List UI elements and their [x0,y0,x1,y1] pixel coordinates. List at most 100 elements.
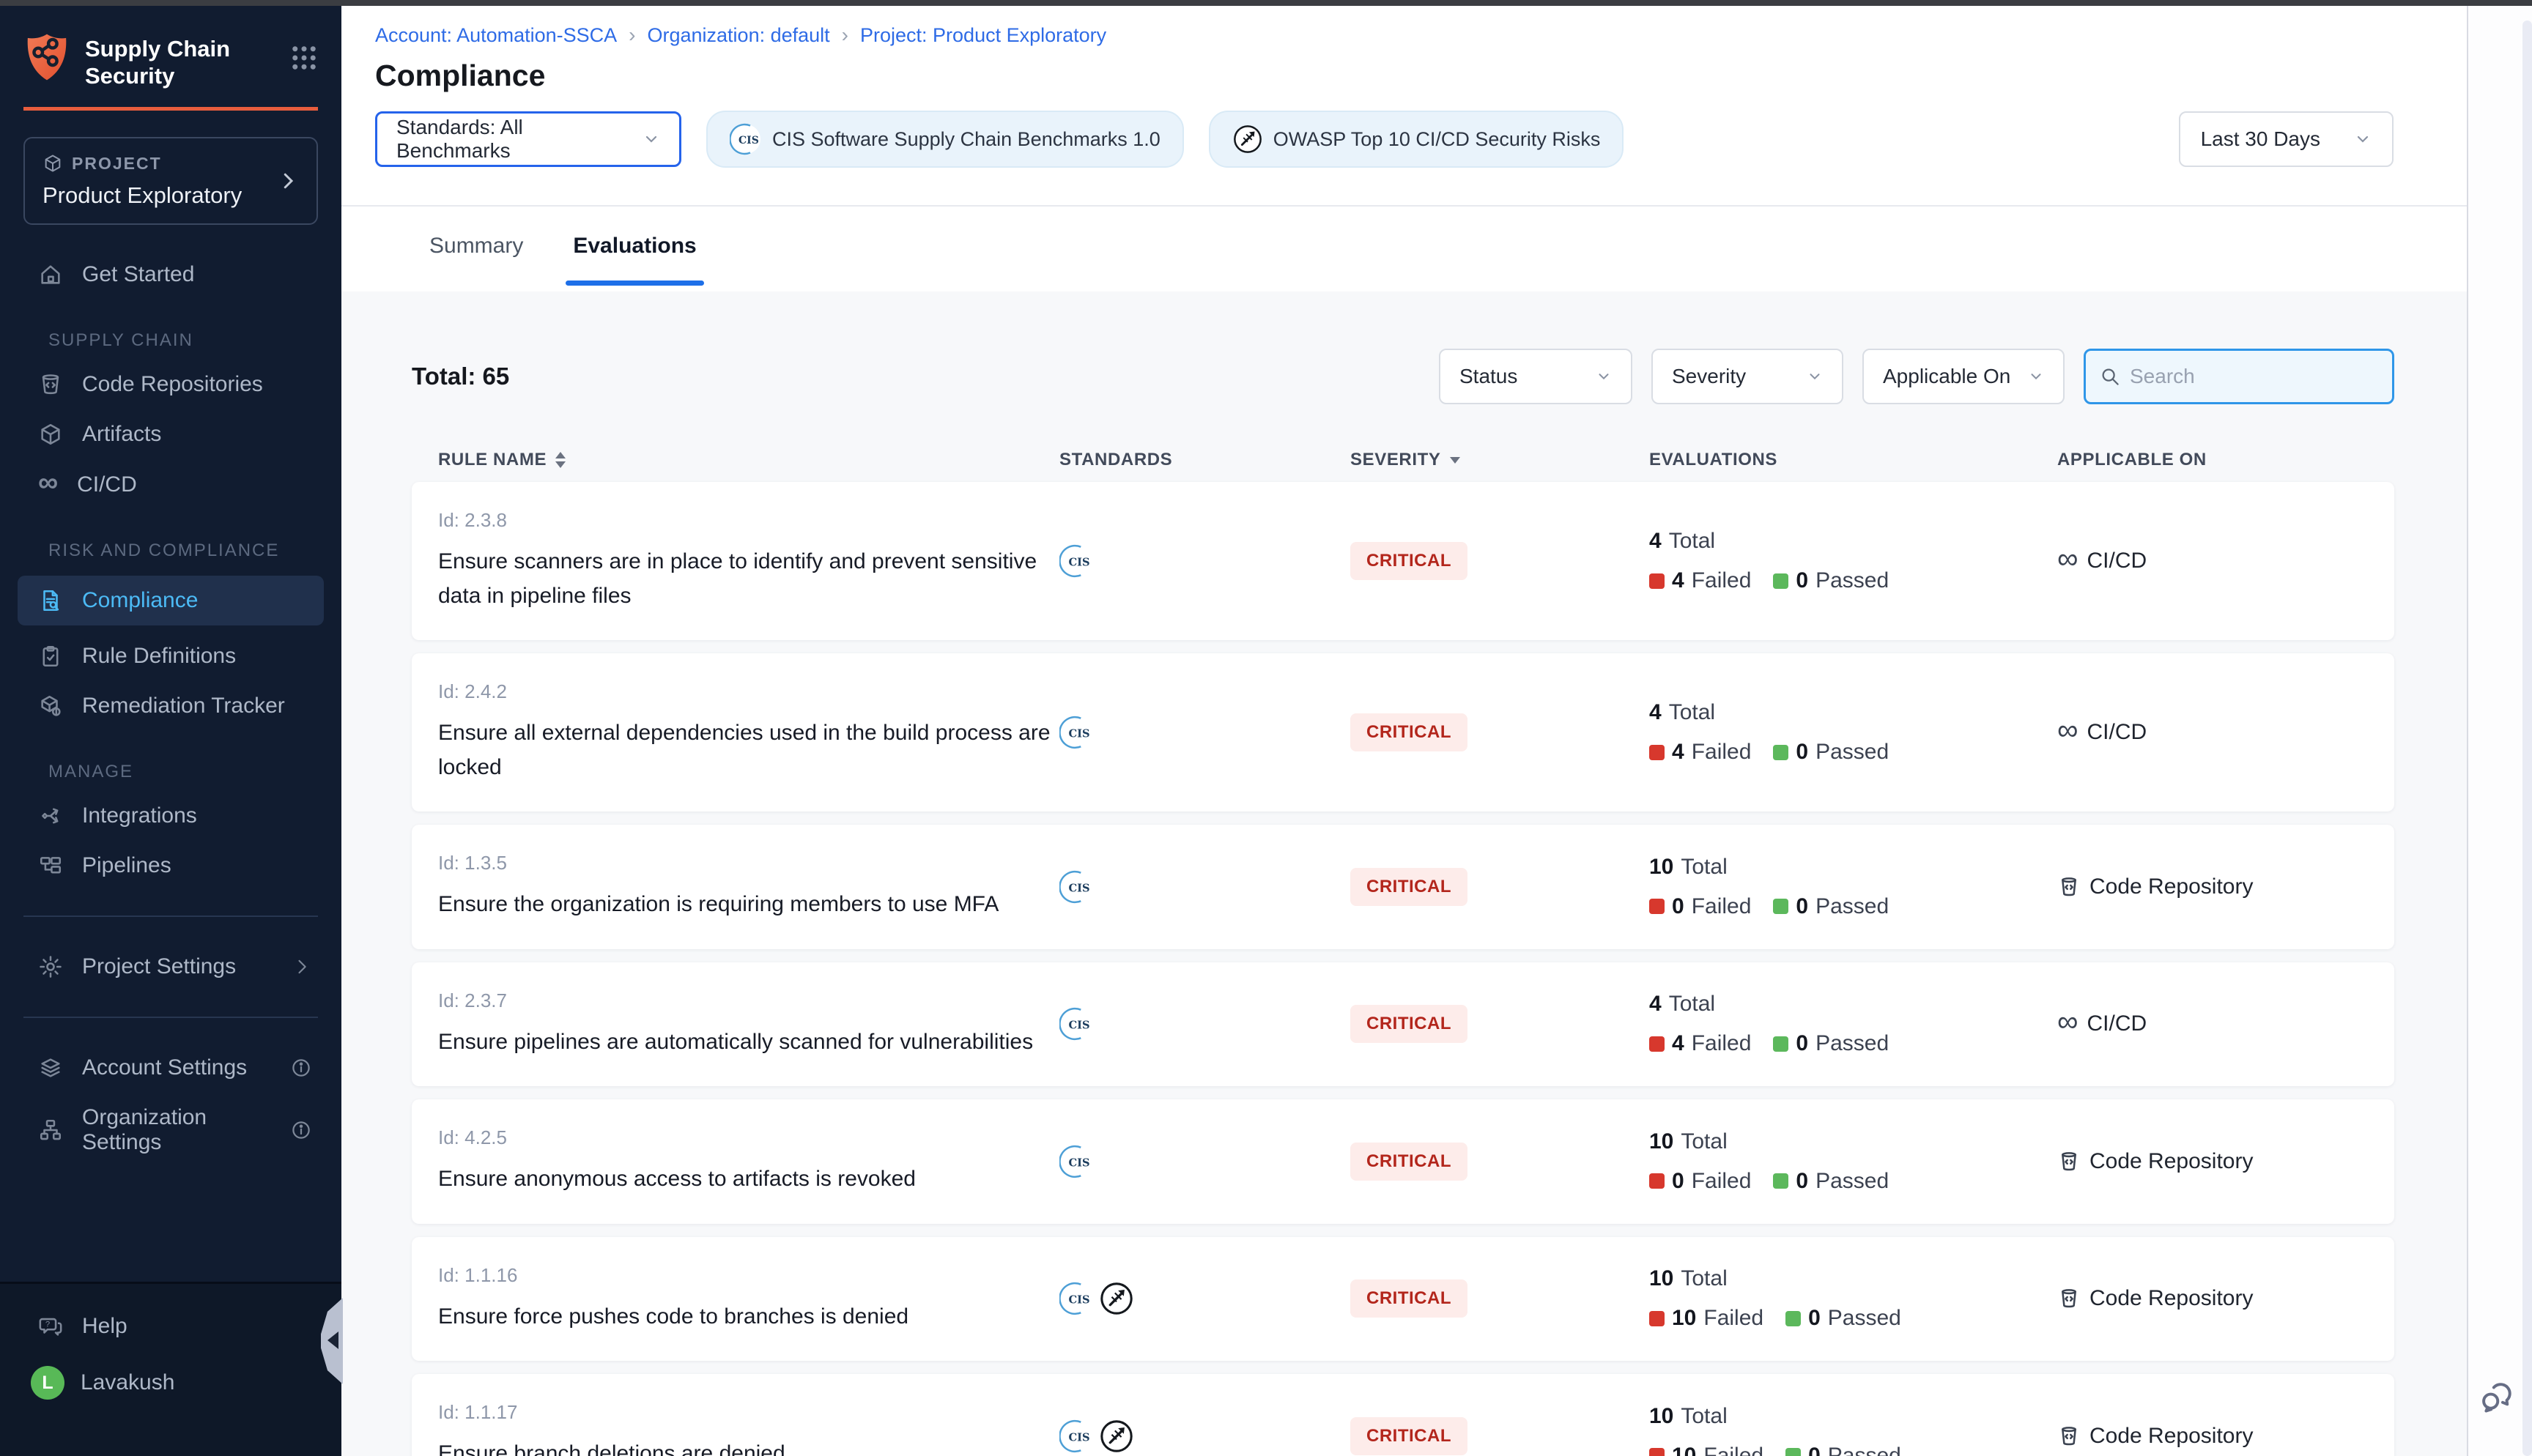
sidebar-item-help[interactable]: ? Help [0,1301,341,1351]
svg-text:CIS: CIS [1069,727,1090,740]
eval-failed: 0Failed [1649,894,1751,919]
rule-id: Id: 4.2.5 [438,1126,1059,1149]
box-wrench-icon [38,694,63,718]
eval-failed: 4Failed [1649,740,1751,765]
search-input[interactable] [2130,365,2394,388]
sidebar: Supply Chain Security PROJECT Product Ex… [0,6,341,1456]
svg-text:CIS: CIS [1069,1019,1090,1032]
rule-row[interactable]: Id: 1.3.5Ensure the organization is requ… [412,825,2394,949]
user-menu[interactable]: L Lavakush [0,1351,341,1400]
rule-row[interactable]: Id: 2.4.2Ensure all external dependencie… [412,653,2394,811]
window-top-strip [0,0,2532,6]
doc-search-icon [38,588,63,613]
cicd-infinity-icon: ∞ [2057,719,2078,746]
severity-select[interactable]: Severity [1651,349,1843,404]
nav-divider [23,915,318,917]
chat-support-icon[interactable] [2479,1380,2515,1416]
eval-total: 4Total [1649,529,2057,554]
breadcrumb-link[interactable]: Organization: default [648,24,830,47]
applicable-on-label: Code Repository [2089,1424,2253,1449]
sidebar-item-compliance[interactable]: Compliance [18,576,324,625]
repo-icon [38,372,63,397]
sidebar-item-organization-settings[interactable]: Organization Settings [0,1093,341,1167]
rule-row[interactable]: Id: 1.1.16Ensure force pushes code to br… [412,1237,2394,1362]
sidebar-item-artifacts[interactable]: Artifacts [0,409,341,459]
eval-passed: 0Passed [1773,1031,1889,1056]
date-range-select[interactable]: Last 30 Days [2179,111,2394,167]
toolbar: Total: 65 Status Severity Applicable On [412,349,2394,404]
severity-badge: CRITICAL [1350,868,1467,906]
rule-row[interactable]: Id: 2.3.8Ensure scanners are in place to… [412,482,2394,640]
cis-badge-icon: CIS [1059,544,1093,578]
sidebar-item-ci-cd[interactable]: ∞CI/CD [0,459,341,510]
project-label-row: PROJECT [42,153,242,174]
standards-select[interactable]: Standards: All Benchmarks [375,111,681,167]
project-selector[interactable]: PROJECT Product Exploratory [23,137,318,225]
rule-name-cell: Id: 2.3.8Ensure scanners are in place to… [438,509,1059,613]
breadcrumb-link[interactable]: Project: Product Exploratory [860,24,1106,47]
cis-badge-icon: CIS [1059,1419,1093,1453]
nav-section-label: MANAGE [0,731,341,791]
collapse-arrow-icon [327,1331,338,1349]
svg-text:CIS: CIS [1069,1156,1090,1169]
shield-logo-icon [23,32,70,82]
sidebar-item-pipelines[interactable]: Pipelines [0,841,341,891]
tab-summary[interactable]: Summary [422,207,530,286]
scrollbar[interactable] [2522,21,2532,1456]
eval-passed: 0Passed [1773,894,1889,919]
apps-grid-icon[interactable] [289,42,319,73]
gear-icon [38,954,63,979]
rule-name-cell: Id: 1.3.5Ensure the organization is requ… [438,852,1059,922]
sidebar-item-project-settings[interactable]: Project Settings [0,942,341,992]
page-header: Account: Automation-SSCA›Organization: d… [341,6,2467,207]
rule-name: Ensure branch deletions are denied [438,1437,1054,1456]
chevron-down-icon [643,130,660,148]
sidebar-item-rule-definitions[interactable]: Rule Definitions [0,631,341,681]
cicd-infinity-icon: ∞ [2057,1011,2078,1037]
rule-name: Ensure scanners are in place to identify… [438,545,1054,613]
passed-square-icon [1773,1036,1788,1052]
eval-passed: 0Passed [1785,1444,1901,1456]
breadcrumb-link[interactable]: Account: Automation-SSCA [375,24,617,47]
sidebar-item-label: Code Repositories [82,372,263,397]
standards-cell: CIS [1059,1007,1350,1041]
chip-cis-benchmark[interactable]: CIS CIS Software Supply Chain Benchmarks… [706,111,1184,168]
project-name: Product Exploratory [42,182,242,209]
sidebar-item-code-repositories[interactable]: Code Repositories [0,360,341,409]
sidebar-item-get-started[interactable]: Get Started [0,250,341,300]
applicable-on-select[interactable]: Applicable On [1862,349,2065,404]
severity-badge: CRITICAL [1350,713,1467,751]
chip-owasp[interactable]: OWASP Top 10 CI/CD Security Risks [1209,111,1624,168]
status-select[interactable]: Status [1439,349,1632,404]
rule-row[interactable]: Id: 1.1.17Ensure branch deletions are de… [412,1374,2394,1456]
cis-badge-icon: CIS [1059,1282,1093,1315]
user-name: Lavakush [81,1370,174,1395]
eval-passed: 0Passed [1785,1306,1901,1331]
sidebar-item-account-settings[interactable]: Account Settings [0,1043,341,1093]
rule-id: Id: 1.1.16 [438,1264,1059,1287]
column-header-severity[interactable]: SEVERITY [1350,450,1649,470]
severity-cell: CRITICAL [1350,713,1649,751]
passed-square-icon [1785,1448,1801,1456]
sidebar-item-remediation-tracker[interactable]: Remediation Tracker [0,681,341,731]
severity-cell: CRITICAL [1350,1417,1649,1455]
owasp-badge-icon [1099,1281,1134,1316]
rule-row[interactable]: Id: 4.2.5Ensure anonymous access to arti… [412,1099,2394,1224]
severity-cell: CRITICAL [1350,542,1649,580]
rule-name-cell: Id: 2.4.2Ensure all external dependencie… [438,680,1059,784]
passed-square-icon [1773,1173,1788,1189]
pipeline-icon [38,853,63,878]
cis-badge-icon: CIS [1059,716,1093,749]
date-range-value: Last 30 Days [2201,127,2320,151]
tab-evaluations[interactable]: Evaluations [566,207,703,286]
rule-row[interactable]: Id: 2.3.7Ensure pipelines are automatica… [412,962,2394,1087]
standards-cell: CIS [1059,1419,1350,1454]
applicable-on-label: Code Repository [2089,1286,2253,1311]
filter-row: Standards: All Benchmarks CIS CIS Softwa… [375,111,2467,168]
applicable-on-cell: ∞CI/CD [2057,548,2368,574]
column-header-rule-name[interactable]: RULE NAME [438,450,1059,470]
sort-desc-icon [1450,457,1460,464]
owasp-badge-icon [1232,124,1263,155]
sidebar-item-integrations[interactable]: Integrations [0,791,341,841]
svg-text:CIS: CIS [738,135,759,146]
